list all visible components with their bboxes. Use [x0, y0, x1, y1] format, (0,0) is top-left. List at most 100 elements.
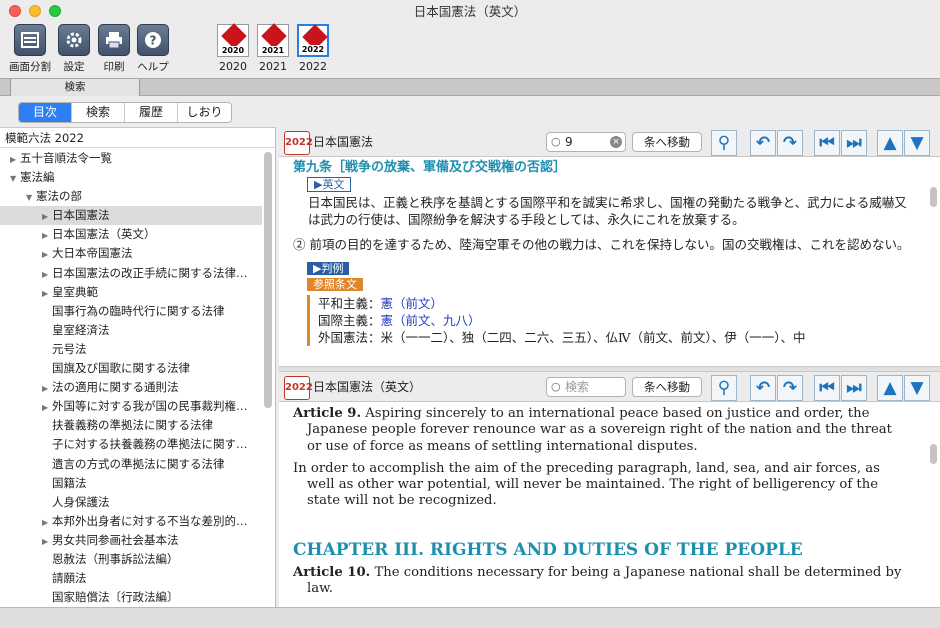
close-window-icon[interactable] [9, 5, 21, 17]
next-article-icon[interactable]: ⏭ [841, 130, 867, 156]
search-icon[interactable]: ⚲ [711, 375, 737, 401]
search-icon: ○ [551, 135, 561, 148]
pane-scrollbar[interactable] [930, 187, 937, 207]
pane-header: 2022 日本国憲法 ○ 9 × 条へ移動 ⚲ ↶ ↷ ⏮ ⏭ ▲ ▼ [279, 127, 940, 157]
tree-item[interactable]: 皇室経済法 [0, 321, 262, 340]
tab-search[interactable]: 検索 [72, 103, 125, 122]
english-link-tag[interactable]: ▶英文 [307, 177, 352, 192]
search-placeholder: 検索 [565, 380, 590, 394]
prev-article-icon[interactable]: ⏮ [814, 130, 840, 156]
tree-item-label: 皇室経済法 [52, 322, 110, 337]
zoom-window-icon[interactable] [49, 5, 61, 17]
tree-item[interactable]: ▶ 男女共同参画社会基本法 [0, 531, 262, 550]
tree-item-label: 人身保護法 [52, 494, 110, 509]
disclosure-closed-icon[interactable]: ▶ [42, 207, 52, 225]
scroll-up-icon[interactable]: ▲ [877, 375, 903, 401]
disclosure-closed-icon[interactable]: ▶ [42, 245, 52, 263]
forward-icon[interactable]: ↷ [777, 130, 803, 156]
tree-item[interactable]: ▶ 日本国憲法の改正手続に関する法律… [0, 264, 262, 283]
next-article-icon[interactable]: ⏭ [841, 375, 867, 401]
tree-item[interactable]: 国籍法 [0, 474, 262, 493]
tree-item[interactable]: ▶ 皇室典範 [0, 283, 262, 302]
tree-item[interactable]: 扶養義務の準拠法に関する法律 [0, 416, 262, 435]
split-view-icon [14, 24, 46, 56]
tab-history[interactable]: 履歴 [125, 103, 178, 122]
tree-item-label: 国家賠償法〔行政法編〕 [52, 590, 179, 605]
search-strip-tab[interactable]: 検索 [10, 79, 140, 96]
reference-item: 外国憲法：米（一一二）、独（二四、二六、三五）、仏Ⅳ（前文、前文）、伊（一一）、… [307, 329, 910, 346]
minimize-window-icon[interactable] [29, 5, 41, 17]
disclosure-open-icon[interactable]: ▼ [10, 169, 20, 187]
tab-bookmarks[interactable]: しおり [178, 103, 231, 122]
pane-scrollbar[interactable] [930, 444, 937, 464]
tree-item[interactable]: ▶ 日本国憲法 [0, 206, 262, 226]
tree-item[interactable]: 人身保護法 [0, 493, 262, 512]
article-10-paragraph: Article 10. The conditions necessary for… [293, 564, 902, 597]
book-cover-icon: 2021 [257, 23, 289, 57]
pane-japanese: 2022 日本国憲法 ○ 9 × 条へ移動 ⚲ ↶ ↷ ⏮ ⏭ ▲ ▼ 第九条［… [279, 127, 940, 366]
prev-article-icon[interactable]: ⏮ [814, 375, 840, 401]
article-search-input[interactable]: ○ 9 × [546, 132, 626, 152]
tree-item[interactable]: ▼ 憲法の部 [0, 187, 262, 206]
tree-item-label: 男女共同参画社会基本法 [52, 532, 179, 547]
disclosure-closed-icon[interactable]: ▶ [42, 513, 52, 531]
scroll-up-icon[interactable]: ▲ [877, 130, 903, 156]
reference-item: 国際主義：憲（前文、九八） [307, 312, 910, 329]
article-paragraph-2: ② 前項の目的を達するため、陸海空軍その他の戦力は、これを保持しない。国の交戦権… [293, 237, 910, 252]
disclosure-closed-icon[interactable]: ▶ [42, 226, 52, 244]
book-2020[interactable]: 2020 2020 [215, 23, 251, 76]
tree-item[interactable]: ▶ 大日本帝国憲法 [0, 244, 262, 263]
disclosure-closed-icon[interactable]: ▶ [10, 150, 20, 168]
tree-item[interactable]: ▶ 本邦外出身者に対する不当な差別的… [0, 512, 262, 531]
sidebar-scrollbar[interactable] [264, 152, 272, 408]
book-2022[interactable]: 2022 2022 [295, 24, 331, 76]
tree-item[interactable]: 国事行為の臨時代行に関する法律 [0, 302, 262, 321]
pane-title: 日本国憲法（英文） [313, 380, 422, 394]
scroll-down-icon[interactable]: ▼ [904, 130, 930, 156]
tree-item[interactable]: 請願法 [0, 569, 262, 588]
tree-item[interactable]: ▶ 外国等に対する我が国の民事裁判権… [0, 397, 262, 416]
split-view-button[interactable]: 画面分割 [6, 24, 54, 76]
pane-english: 2022 日本国憲法（英文） ○ 検索 条へ移動 ⚲ ↶ ↷ ⏮ ⏭ ▲ ▼ A… [279, 372, 940, 607]
sidebar: 模範六法 2022 ▶ 五十音順法令一覧 ▼ 憲法編 ▼ 憲法の部 ▶ 日本国憲法 ▶ 日本国憲法… [0, 127, 276, 607]
help-label: ヘルプ [137, 61, 169, 73]
disclosure-open-icon[interactable]: ▼ [26, 188, 36, 206]
scroll-down-icon[interactable]: ▼ [904, 375, 930, 401]
back-icon[interactable]: ↶ [750, 375, 776, 401]
jump-to-article-button[interactable]: 条へ移動 [632, 132, 702, 152]
tree-item[interactable]: 国家賠償法〔行政法編〕 [0, 588, 262, 607]
tree-item[interactable]: 遺言の方式の準拠法に関する法律 [0, 455, 262, 474]
pane-content: 第九条［戦争の放棄、軍備及び交戦権の否認］ ▶英文 日本国民は、正義と秩序を基調… [279, 158, 940, 366]
tree-item[interactable]: 子に対する扶養義務の準拠法に関す… [0, 435, 262, 454]
back-icon[interactable]: ↶ [750, 130, 776, 156]
tab-contents[interactable]: 目次 [19, 103, 72, 122]
disclosure-closed-icon[interactable]: ▶ [42, 379, 52, 397]
disclosure-closed-icon[interactable]: ▶ [42, 398, 52, 416]
book-year-label: 2020 [219, 60, 247, 73]
search-icon: ○ [551, 380, 561, 393]
disclosure-closed-icon[interactable]: ▶ [42, 265, 52, 283]
jump-to-article-button[interactable]: 条へ移動 [632, 377, 702, 397]
tree-item[interactable]: 恩赦法（刑事訴訟法編） [0, 550, 262, 569]
forward-icon[interactable]: ↷ [777, 375, 803, 401]
tree-item[interactable]: 元号法 [0, 340, 262, 359]
article-label: Article 9. [293, 406, 362, 421]
case-law-tag[interactable]: ▶判例 [307, 262, 350, 275]
tree-item[interactable]: 国旗及び国歌に関する法律 [0, 359, 262, 378]
tree-item-label: 扶養義務の準拠法に関する法律 [52, 418, 213, 433]
article-search-input[interactable]: ○ 検索 [546, 377, 626, 397]
window-title: 日本国憲法（英文） [413, 4, 527, 19]
case-law-row: ▶判例 [293, 261, 910, 275]
search-icon[interactable]: ⚲ [711, 130, 737, 156]
tree-item[interactable]: ▶ 五十音順法令一覧 [0, 149, 262, 168]
tree-item[interactable]: ▼ 憲法編 [0, 168, 262, 187]
tree-item-label: 法の適用に関する通則法 [52, 380, 179, 395]
clear-search-icon[interactable]: × [610, 136, 622, 148]
book-2021[interactable]: 2021 2021 [255, 23, 291, 76]
tree-item[interactable]: ▶ 法の適用に関する通則法 [0, 378, 262, 397]
help-button[interactable]: ? ヘルプ [129, 24, 177, 76]
disclosure-closed-icon[interactable]: ▶ [42, 284, 52, 302]
references-tag[interactable]: 参照条文 [307, 278, 363, 291]
tree-item[interactable]: ▶ 日本国憲法（英文） [0, 225, 262, 244]
disclosure-closed-icon[interactable]: ▶ [42, 532, 52, 550]
